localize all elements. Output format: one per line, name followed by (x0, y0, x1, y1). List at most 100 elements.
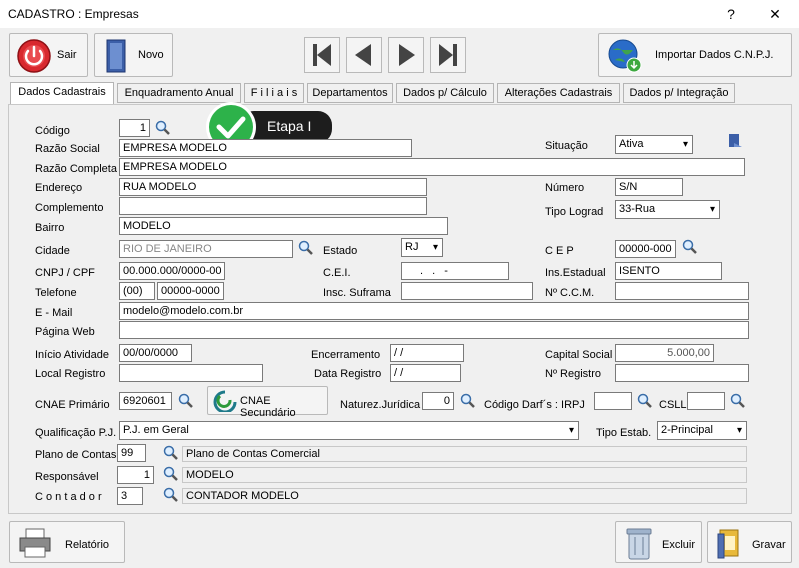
contador-field[interactable]: 3 (117, 487, 143, 505)
numero-label: Número (545, 182, 585, 194)
cidade-label: Cidade (35, 245, 70, 257)
tab-alteracoes-cadastrais[interactable]: Alterações Cadastrais (497, 83, 620, 103)
csll-field[interactable] (687, 392, 725, 410)
chevron-down-icon: ▾ (568, 425, 574, 436)
cnae-primario-field[interactable]: 6920601 (119, 392, 172, 410)
telefone-field[interactable]: 00000-0000 (157, 282, 224, 300)
inicio-atividade-field[interactable]: 00/00/0000 (119, 344, 192, 362)
relatorio-button[interactable]: Relatório (9, 521, 125, 563)
email-field[interactable]: modelo@modelo.com.br (119, 302, 749, 320)
estado-value: RJ (405, 241, 419, 253)
estado-label: Estado (323, 245, 358, 257)
razao-social-field[interactable]: EMPRESA MODELO (119, 139, 412, 157)
cei-field[interactable]: . . - (401, 262, 509, 280)
help-button[interactable]: ? (716, 4, 746, 24)
encerramento-field[interactable]: / / (390, 344, 464, 362)
search-icon[interactable] (163, 445, 179, 461)
contador-label: C o n t a d o r (35, 491, 102, 503)
razao-completa-field[interactable]: EMPRESA MODELO (119, 158, 745, 176)
situacao-select[interactable]: Ativa ▾ (615, 135, 693, 154)
inicio-atividade-label: Início Atividade (35, 349, 109, 361)
search-icon[interactable] (163, 487, 179, 503)
codigo-field[interactable]: 1 (119, 119, 150, 137)
capital-social-field[interactable]: 5.000,00 (615, 344, 714, 362)
insc-suframa-field[interactable] (401, 282, 533, 300)
cnpj-field[interactable]: 00.000.000/0000-00 (119, 262, 225, 280)
ddd-field[interactable]: (00) (119, 282, 155, 300)
last-icon (439, 44, 457, 66)
search-icon[interactable] (155, 120, 171, 136)
cnae-secundario-button[interactable]: CNAE Secundário (207, 386, 328, 419)
csll-label: CSLL (659, 399, 687, 411)
endereco-field[interactable]: RUA MODELO (119, 178, 427, 196)
excluir-label: Excluir (662, 539, 696, 551)
plano-contas-field[interactable]: 99 (117, 444, 146, 462)
email-label: E - Mail (35, 307, 73, 319)
next-record-button[interactable] (388, 37, 424, 73)
gravar-button[interactable]: Gravar (707, 521, 792, 563)
novo-label: Novo (138, 49, 164, 61)
search-icon[interactable] (460, 393, 476, 409)
tab-dados-integracao[interactable]: Dados p/ Integração (623, 83, 735, 103)
capital-social-label: Capital Social (545, 349, 613, 361)
novo-button[interactable]: Novo (94, 33, 173, 77)
tipo-estab-select[interactable]: 2-Principal ▾ (657, 421, 747, 440)
endereco-label: Endereço (35, 182, 83, 194)
bairro-field[interactable]: MODELO (119, 217, 448, 235)
chevron-down-icon: ▾ (736, 425, 742, 436)
telefone-label: Telefone (35, 287, 77, 299)
bookmark-icon[interactable] (728, 133, 742, 149)
cep-field[interactable]: 00000-000 (615, 240, 676, 258)
chevron-down-icon: ▾ (682, 139, 688, 150)
natureza-juridica-field[interactable]: 0 (422, 392, 454, 410)
data-registro-field[interactable]: / / (390, 364, 461, 382)
numero-field[interactable]: S/N (615, 178, 683, 196)
sair-button[interactable]: Sair (9, 33, 88, 77)
tab-dados-cadastrais[interactable]: Dados Cadastrais (10, 82, 114, 105)
n-registro-label: Nº Registro (545, 368, 601, 380)
save-folder-icon (717, 529, 739, 559)
excluir-button[interactable]: Excluir (615, 521, 702, 563)
importar-label: Importar Dados C.N.P.J. (655, 49, 774, 61)
complemento-field[interactable] (119, 197, 427, 215)
pagina-web-field[interactable] (119, 321, 749, 339)
cidade-field[interactable]: RIO DE JANEIRO (119, 240, 293, 258)
cnae-globe-icon (213, 390, 237, 412)
search-icon[interactable] (682, 239, 698, 255)
n-registro-field[interactable] (615, 364, 749, 382)
responsavel-field[interactable]: 1 (117, 466, 154, 484)
estado-select[interactable]: RJ ▾ (401, 238, 443, 257)
importar-cnpj-button[interactable]: Importar Dados C.N.P.J. (598, 33, 792, 77)
cnpj-label: CNPJ / CPF (35, 267, 95, 279)
tab-dados-calculo[interactable]: Dados p/ Cálculo (396, 83, 494, 103)
chevron-down-icon: ▾ (432, 242, 438, 253)
local-registro-field[interactable] (119, 364, 263, 382)
search-icon[interactable] (298, 240, 314, 256)
tipo-lograd-select[interactable]: 33-Rua ▾ (615, 200, 720, 219)
search-icon[interactable] (163, 466, 179, 482)
irpj-field[interactable] (594, 392, 632, 410)
search-icon[interactable] (178, 393, 194, 409)
qualificacao-value: P.J. em Geral (123, 424, 189, 436)
complemento-label: Complemento (35, 202, 104, 214)
search-icon[interactable] (637, 393, 653, 409)
plano-contas-label: Plano de Contas (35, 449, 117, 461)
prev-record-button[interactable] (346, 37, 382, 73)
search-icon[interactable] (730, 393, 746, 409)
trash-icon (626, 528, 652, 560)
ins-estadual-field[interactable]: ISENTO (615, 262, 722, 280)
first-icon (313, 44, 331, 66)
first-record-button[interactable] (304, 37, 340, 73)
qualificacao-label: Qualificação P.J. (35, 427, 117, 439)
qualificacao-select[interactable]: P.J. em Geral ▾ (119, 421, 579, 440)
tipo-estab-label: Tipo Estab. (596, 427, 652, 439)
insc-suframa-label: Insc. Suframa (323, 287, 391, 299)
gravar-label: Gravar (752, 539, 786, 551)
window-title: CADASTRO : Empresas (8, 7, 139, 21)
ins-estadual-label: Ins.Estadual (545, 267, 606, 279)
last-record-button[interactable] (430, 37, 466, 73)
local-registro-label: Local Registro (35, 368, 106, 380)
close-button[interactable]: ✕ (760, 4, 790, 24)
ccm-field[interactable] (615, 282, 749, 300)
chevron-down-icon: ▾ (709, 204, 715, 215)
